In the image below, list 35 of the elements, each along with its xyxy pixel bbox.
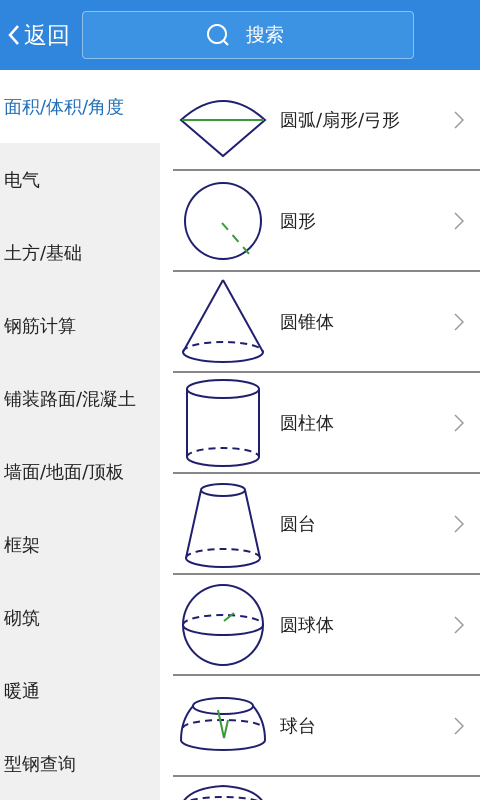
- shape-row[interactable]: 圆柱体: [173, 373, 480, 474]
- category-item[interactable]: 型钢查询: [0, 727, 160, 800]
- category-item[interactable]: 土方/基础: [0, 216, 160, 289]
- chevron-right-icon: [454, 514, 464, 532]
- shape-label: 球台: [280, 714, 317, 738]
- search-field[interactable]: 搜索: [82, 11, 414, 59]
- shape-label: 圆锥体: [280, 310, 335, 334]
- shape-row[interactable]: 圆弧/扇形/弓形: [173, 70, 480, 171]
- chevron-right-icon: [454, 616, 464, 634]
- category-item[interactable]: 砌筑: [0, 581, 160, 654]
- chevron-right-icon: [454, 312, 464, 330]
- shape-row[interactable]: 圆台: [173, 474, 480, 575]
- chevron-right-icon: [454, 414, 464, 432]
- chevron-right-icon: [454, 212, 464, 230]
- category-item[interactable]: 框架: [0, 508, 160, 581]
- back-chevron-icon: [8, 24, 20, 46]
- shape-row[interactable]: 圆球体: [173, 575, 480, 676]
- shape-row[interactable]: 圆锥体: [173, 272, 480, 373]
- search-icon: [206, 23, 230, 47]
- shape-row[interactable]: 球台: [173, 676, 480, 777]
- category-item[interactable]: 墙面/地面/顶板: [0, 435, 160, 508]
- category-item[interactable]: 暖通: [0, 654, 160, 727]
- category-item[interactable]: 面积/体积/角度: [0, 70, 160, 143]
- back-button[interactable]: 返回: [8, 20, 70, 50]
- category-item[interactable]: 电气: [0, 143, 160, 216]
- shape-label: 圆球体: [280, 614, 335, 636]
- chevron-right-icon: [454, 110, 464, 128]
- shape-row[interactable]: 圆形: [173, 171, 480, 272]
- category-item[interactable]: 铺装路面/混凝土: [0, 362, 160, 435]
- chevron-right-icon: [454, 716, 464, 734]
- shape-label: 圆弧/扇形/弓形: [280, 108, 402, 132]
- category-item[interactable]: 钢筋计算: [0, 289, 160, 362]
- shape-label: 圆台: [280, 512, 317, 536]
- shape-label: 圆形: [280, 210, 317, 232]
- shape-label: 圆柱体: [280, 412, 335, 434]
